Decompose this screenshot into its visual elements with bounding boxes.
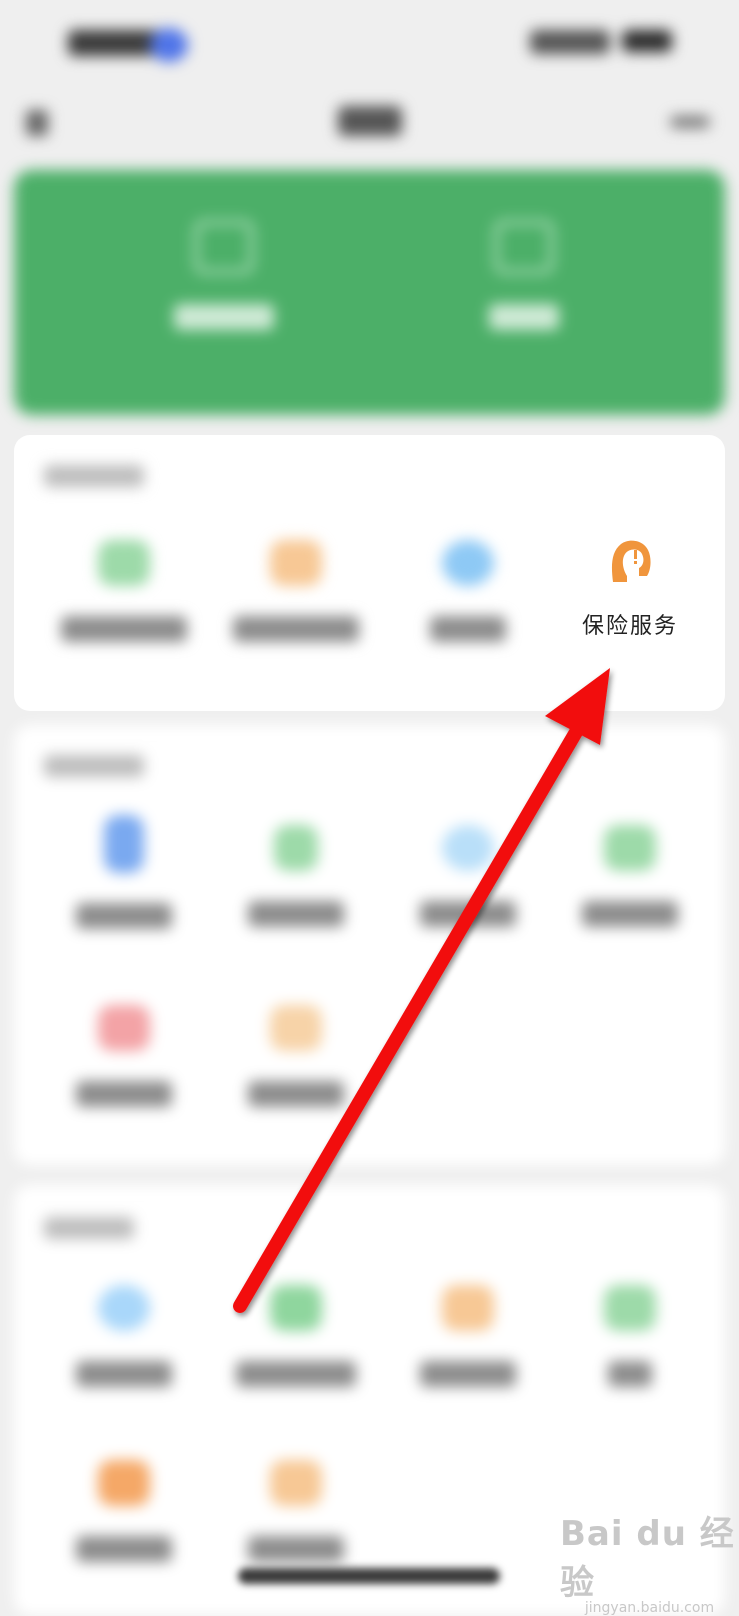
service-icon [98,1005,150,1051]
service-label [76,1081,172,1107]
service-tile[interactable] [206,540,386,642]
service-icon [274,825,318,871]
nav-bar [0,92,739,152]
status-notification-icon [150,28,188,62]
service-icon [442,1285,494,1331]
back-icon[interactable] [26,110,48,136]
watermark-url: jingyan.baidu.com [584,1600,715,1616]
service-label [582,901,678,927]
service-tile[interactable] [34,1005,214,1107]
more-icon[interactable] [670,116,710,128]
hero-card [14,170,725,415]
service-label [608,1361,652,1387]
signal-wifi-icons [530,30,610,54]
hero-item-label [174,304,274,330]
service-tile[interactable] [206,825,386,927]
service-icon [442,540,494,586]
service-icon [98,1460,150,1506]
section-title [44,1217,134,1239]
service-label [420,1361,516,1387]
service-icon [270,540,322,586]
service-label [76,1361,172,1387]
service-icon [442,825,494,871]
hero-item-right[interactable] [434,220,614,330]
service-icon [270,1285,322,1331]
service-tile[interactable] [206,1285,386,1387]
insurance-icon [611,540,651,582]
service-tile[interactable] [540,825,720,927]
hero-item-label [489,304,559,330]
service-label [61,616,187,642]
service-icon [104,815,144,873]
watermark-brand: Bai du 经验 [560,1514,735,1603]
service-label [76,903,172,929]
battery-icon [622,30,672,52]
insurance-service-label: 保险服务 [581,614,678,639]
service-tile[interactable] [540,1285,720,1387]
section-title [44,465,144,487]
service-label [248,901,344,927]
service-icon [604,1285,656,1331]
service-label [430,616,506,642]
hero-item-left[interactable] [134,220,314,330]
service-tile[interactable] [378,1285,558,1387]
service-label [248,1081,344,1107]
service-tile[interactable] [206,1005,386,1107]
scan-icon [194,220,254,274]
service-tile[interactable] [378,540,558,642]
service-tile[interactable] [34,540,214,642]
service-label [420,901,516,927]
home-indicator [238,1568,500,1584]
service-icon [270,1460,322,1506]
service-tile[interactable] [34,1460,214,1562]
status-bar [0,0,739,90]
service-label [233,616,359,642]
service-icon [270,1005,322,1051]
service-tile[interactable] [206,1460,386,1562]
page-title [338,106,402,136]
insurance-service-tile[interactable]: 保险服务 [555,536,705,640]
service-icon [604,825,656,871]
service-label [248,1536,344,1562]
service-icon [98,1285,150,1331]
section-title [44,755,144,777]
service-tile[interactable] [34,815,214,929]
service-tile[interactable] [378,825,558,927]
card-icon [494,220,554,274]
services-card-2 [14,725,725,1165]
service-icon [98,540,150,586]
service-label [236,1361,356,1387]
service-label [76,1536,172,1562]
service-tile[interactable] [34,1285,214,1387]
